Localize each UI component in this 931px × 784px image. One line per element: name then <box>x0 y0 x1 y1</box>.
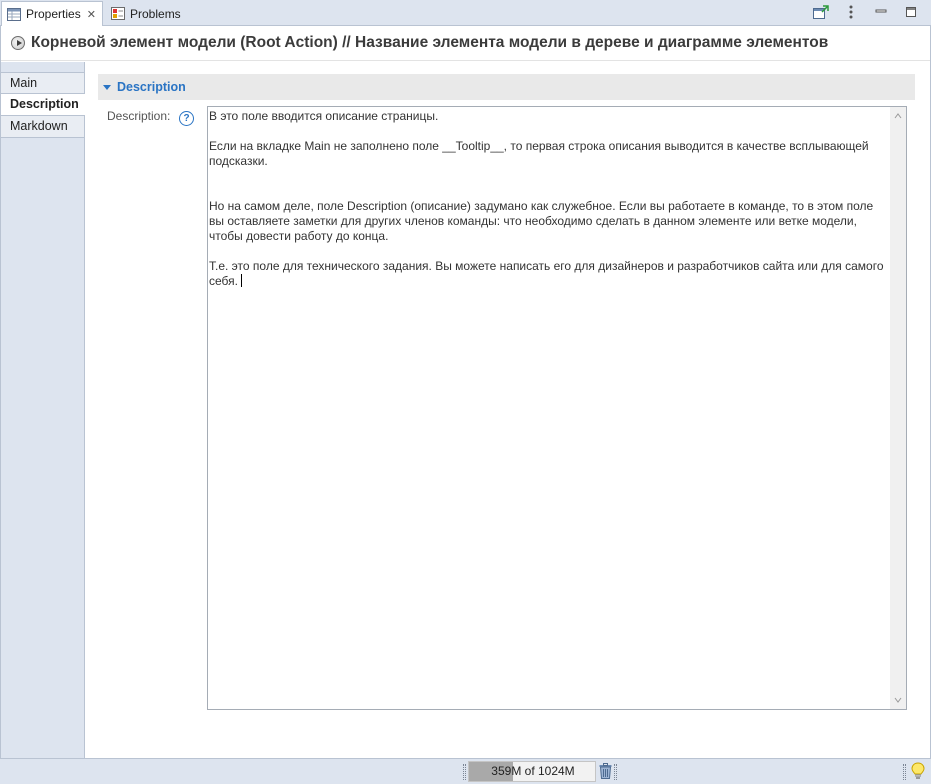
close-tab-icon[interactable]: ✕ <box>87 8 96 21</box>
properties-header: Корневой элемент модели (Root Action) //… <box>1 26 930 61</box>
description-paragraph <box>209 184 887 199</box>
tab-problems[interactable]: Problems <box>106 1 186 26</box>
description-paragraph: Если на вкладке Main не заполнено поле _… <box>209 139 869 168</box>
section-title: Description <box>117 80 186 94</box>
description-paragraph: Т.е. это поле для технического задания. … <box>209 259 884 288</box>
tab-properties[interactable]: Properties ✕ <box>1 1 103 26</box>
side-tab-description[interactable]: Description <box>1 94 85 116</box>
description-paragraph: В это поле вводится описание страницы. <box>209 109 439 123</box>
vertical-scrollbar[interactable] <box>890 107 906 709</box>
problems-icon <box>111 7 125 20</box>
description-paragraph <box>209 124 887 139</box>
description-paragraph <box>209 169 887 184</box>
help-icon[interactable]: ? <box>179 111 194 126</box>
description-paragraph: Но на самом деле, поле Description (опис… <box>209 199 874 243</box>
view-toolbar <box>813 3 919 21</box>
properties-panel: Корневой элемент модели (Root Action) //… <box>0 26 931 758</box>
side-tab-list: Main Description Markdown <box>1 62 85 758</box>
description-field-label: Description: <box>107 109 171 123</box>
status-grip-left <box>463 764 466 780</box>
description-textarea[interactable]: В это поле вводится описание страницы. Ес… <box>207 106 907 710</box>
status-bar: 359M of 1024M <box>0 758 931 784</box>
description-text: В это поле вводится описание страницы. Ес… <box>209 109 887 289</box>
status-grip-right <box>614 764 617 780</box>
section-description-header[interactable]: Description <box>98 74 915 100</box>
lightbulb-icon[interactable] <box>911 762 925 780</box>
garbage-collect-icon[interactable] <box>599 763 612 779</box>
scroll-up-icon[interactable] <box>894 112 902 120</box>
maximize-icon[interactable] <box>903 3 919 21</box>
tab-properties-label: Properties <box>26 7 81 21</box>
view-tab-bar: Properties ✕ Problems <box>0 0 931 26</box>
page-title: Корневой элемент модели (Root Action) //… <box>31 34 829 51</box>
tab-problems-label: Problems <box>130 6 181 21</box>
description-paragraph <box>209 244 887 259</box>
heap-status-text: 359M of 1024M <box>491 764 575 778</box>
text-caret <box>240 274 242 287</box>
scroll-down-icon[interactable] <box>894 696 902 704</box>
view-menu-icon[interactable] <box>843 3 859 21</box>
side-tab-main[interactable]: Main <box>1 72 84 94</box>
status-grip-far-right <box>903 764 906 780</box>
side-tab-markdown[interactable]: Markdown <box>1 116 84 138</box>
root-action-icon <box>11 36 25 50</box>
expand-triangle-icon <box>103 84 111 90</box>
pin-editor-icon[interactable] <box>813 3 829 21</box>
heap-status[interactable]: 359M of 1024M <box>468 761 596 782</box>
minimize-icon[interactable] <box>873 3 889 21</box>
properties-icon <box>7 7 21 21</box>
